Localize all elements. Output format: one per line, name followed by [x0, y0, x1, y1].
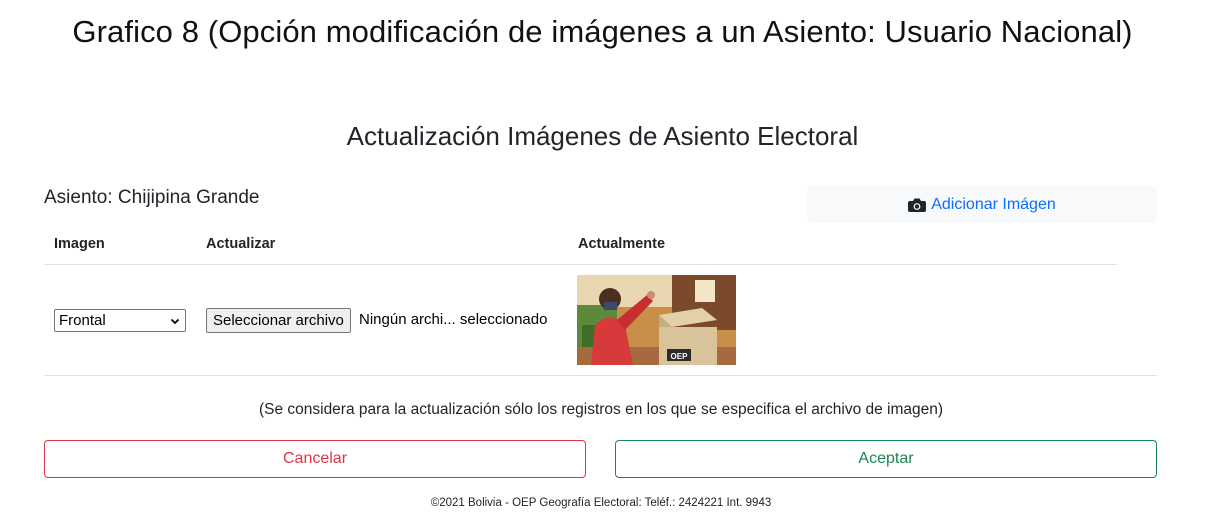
page-title: Actualización Imágenes de Asiento Electo…	[346, 121, 859, 151]
add-image-label: Adicionar Imágen	[931, 195, 1056, 213]
column-header-imagen: Imagen	[54, 236, 105, 252]
figure-caption: Grafico 8 (Opción modificación de imágen…	[72, 14, 1133, 49]
chevron-down-icon	[170, 318, 180, 325]
select-file-button[interactable]: Seleccionar archivo	[206, 308, 351, 333]
current-image-thumbnail: OEP	[577, 275, 736, 365]
image-type-select[interactable]: Frontal	[54, 309, 186, 332]
cancel-button[interactable]: Cancelar	[44, 440, 586, 478]
ballot-box-logo-text: OEP	[671, 352, 689, 361]
accept-button[interactable]: Aceptar	[615, 440, 1157, 478]
update-note: (Se considera para la actualización sólo…	[258, 401, 944, 418]
file-status-text: Ningún archi... seleccionado	[359, 311, 548, 328]
add-image-button[interactable]: Adicionar Imágen	[807, 186, 1157, 223]
image-type-value: Frontal	[59, 312, 106, 329]
column-header-actualizar: Actualizar	[206, 236, 276, 252]
asiento-heading: Asiento: Chijipina Grande	[44, 187, 260, 208]
column-header-actualmente: Actualmente	[578, 236, 666, 252]
table-bottom-divider	[44, 375, 1157, 376]
table-header-divider	[44, 264, 1117, 265]
footer-text: ©2021 Bolivia - OEP Geografía Electoral:…	[430, 497, 772, 509]
camera-icon	[908, 198, 927, 212]
